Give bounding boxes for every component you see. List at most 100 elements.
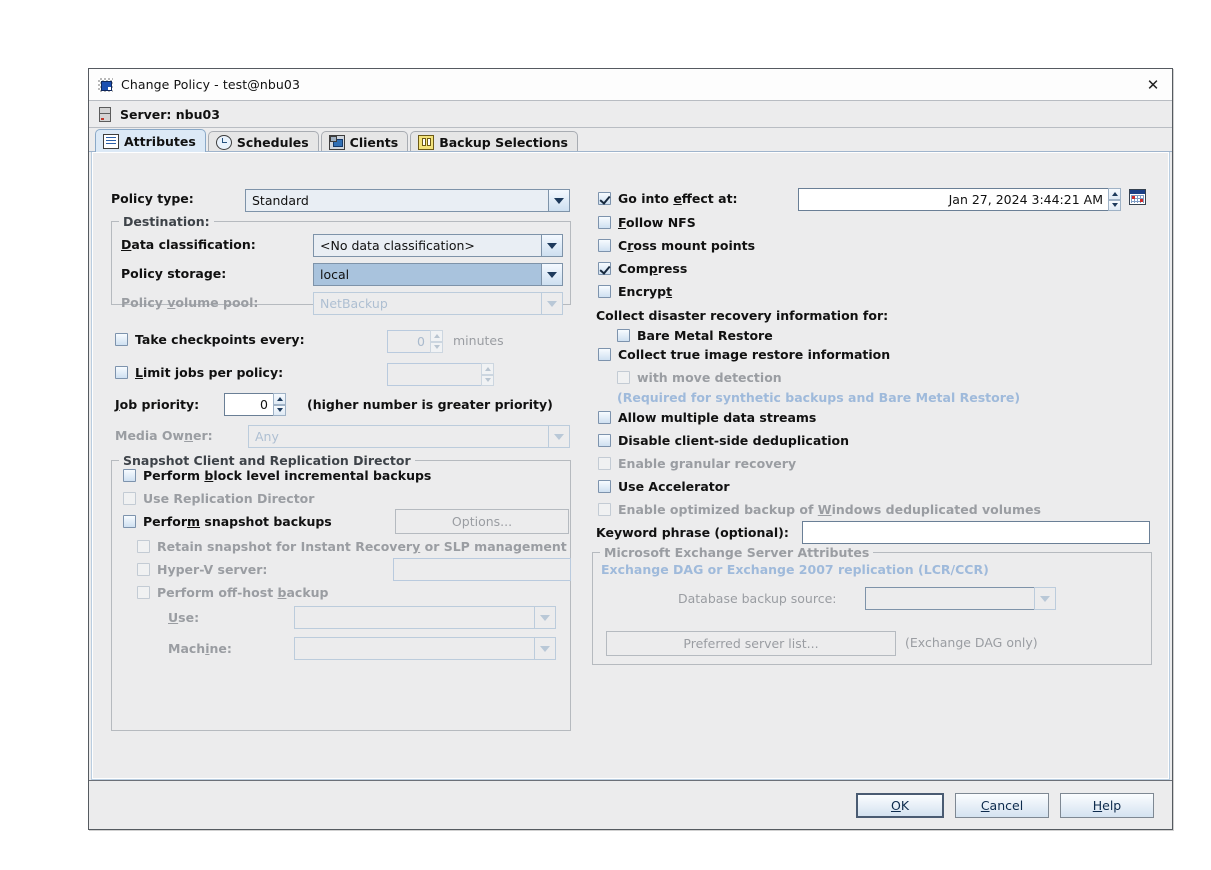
policy-storage-label: Policy storage:	[121, 266, 227, 281]
cross-mount-row[interactable]: Cross mount points	[598, 238, 755, 253]
true-image-checkbox[interactable]	[598, 348, 611, 361]
snapshot-caption: Snapshot Client and Replication Director	[119, 453, 415, 468]
minutes-label: minutes	[453, 333, 504, 348]
tab-strip: Attributes Schedules Clients Backup Sele…	[89, 128, 1172, 152]
limit-jobs-value	[387, 363, 481, 386]
go-into-effect-stepper[interactable]: Jan 27, 2024 3:44:21 AM	[798, 188, 1121, 211]
bare-metal-checkbox[interactable]	[617, 329, 630, 342]
block-level-label: Perform block level incremental backups	[143, 468, 432, 483]
encrypt-row[interactable]: Encrypt	[598, 284, 672, 299]
hyperv-label: Hyper-V server:	[157, 562, 268, 577]
true-image-label: Collect true image restore information	[618, 347, 891, 362]
title-bar: Change Policy - test@nbu03 ✕	[89, 69, 1172, 101]
compress-checkbox[interactable]	[598, 262, 611, 275]
change-policy-dialog: Change Policy - test@nbu03 ✕ Server: nbu…	[88, 68, 1173, 830]
chevron-down-icon	[541, 292, 563, 315]
tab-schedules[interactable]: Schedules	[207, 131, 319, 152]
multiple-streams-checkbox[interactable]	[598, 411, 611, 424]
move-detection-label: with move detection	[637, 370, 782, 385]
close-icon[interactable]: ✕	[1140, 73, 1166, 97]
go-into-effect-row[interactable]: Go into effect at:	[598, 191, 738, 206]
accelerator-checkbox[interactable]	[598, 480, 611, 493]
cancel-button[interactable]: Cancel	[955, 792, 1049, 818]
replication-director-row: Use Replication Director	[123, 491, 314, 506]
move-detection-checkbox	[617, 371, 630, 384]
follow-nfs-checkbox[interactable]	[598, 216, 611, 229]
data-classification-combo[interactable]: <No data classification>	[313, 234, 563, 257]
cancel-button-label: Cancel	[980, 797, 1024, 813]
compress-label: Compress	[618, 261, 688, 276]
optimized-backup-checkbox	[598, 503, 611, 516]
db-source-label: Database backup source:	[678, 591, 837, 606]
job-priority-label: Job priority:	[115, 397, 200, 412]
policy-storage-combo[interactable]: local	[313, 263, 563, 286]
use-combo	[294, 606, 556, 629]
block-level-checkbox[interactable]	[123, 469, 136, 482]
compress-row[interactable]: Compress	[598, 261, 687, 276]
policy-type-row: Policy type:	[111, 191, 241, 206]
multiple-streams-label: Allow multiple data streams	[618, 410, 817, 425]
cross-mount-label: Cross mount points	[618, 238, 756, 253]
multiple-streams-row[interactable]: Allow multiple data streams	[598, 410, 816, 425]
ok-button-label: OK	[890, 797, 910, 813]
machine-label: Machine:	[168, 641, 232, 656]
true-image-row[interactable]: Collect true image restore information	[598, 347, 890, 362]
job-priority-stepper[interactable]: 0	[224, 393, 286, 416]
replication-director-label: Use Replication Director	[143, 491, 315, 506]
media-owner-label: Media Owner:	[115, 428, 213, 443]
keyword-input[interactable]	[802, 521, 1150, 544]
go-into-effect-value[interactable]: Jan 27, 2024 3:44:21 AM	[798, 188, 1108, 211]
take-checkpoints-row[interactable]: Take checkpoints every:	[115, 332, 305, 347]
offhost-label: Perform off-host backup	[157, 585, 329, 600]
disable-dedup-checkbox[interactable]	[598, 434, 611, 447]
block-level-row[interactable]: Perform block level incremental backups	[123, 468, 431, 483]
retain-snapshot-checkbox	[137, 540, 150, 553]
take-checkpoints-checkbox[interactable]	[115, 333, 128, 346]
help-button[interactable]: Help	[1060, 792, 1154, 818]
policy-type-combo[interactable]: Standard	[245, 189, 570, 212]
db-source-value	[865, 587, 1034, 610]
attributes-panel: Policy type: Standard Destination: Data …	[91, 152, 1170, 780]
hyperv-row: Hyper-V server:	[137, 562, 267, 577]
machine-combo	[294, 637, 556, 660]
encrypt-label: Encrypt	[618, 284, 673, 299]
follow-nfs-row[interactable]: Follow NFS	[598, 215, 696, 230]
button-bar: OK Cancel Help	[89, 780, 1172, 829]
tab-clients[interactable]: Clients	[320, 131, 409, 152]
exchange-note: Exchange DAG or Exchange 2007 replicatio…	[601, 562, 989, 577]
server-bar: Server: nbu03	[89, 101, 1172, 128]
go-into-effect-checkbox[interactable]	[598, 192, 611, 205]
policy-type-value: Standard	[245, 189, 548, 212]
encrypt-checkbox[interactable]	[598, 285, 611, 298]
media-owner-value: Any	[248, 425, 548, 448]
limit-jobs-row[interactable]: Limit jobs per policy:	[115, 365, 283, 380]
cross-mount-checkbox[interactable]	[598, 239, 611, 252]
use-label: Use:	[168, 610, 200, 625]
accelerator-label: Use Accelerator	[618, 479, 730, 494]
use-value	[294, 606, 534, 629]
bare-metal-row[interactable]: Bare Metal Restore	[617, 328, 773, 343]
ok-button[interactable]: OK	[856, 792, 944, 818]
chevron-down-icon	[534, 637, 556, 660]
move-detection-row: with move detection	[617, 370, 782, 385]
limit-jobs-checkbox[interactable]	[115, 366, 128, 379]
snapshot-backups-checkbox[interactable]	[123, 515, 136, 528]
tab-backup-selections[interactable]: Backup Selections	[410, 131, 578, 152]
tab-attributes[interactable]: Attributes	[95, 129, 206, 152]
schedules-icon	[215, 134, 232, 150]
calendar-icon[interactable]	[1129, 189, 1146, 205]
policy-volume-pool-value: NetBackup	[313, 292, 541, 315]
chevron-down-icon[interactable]	[541, 263, 563, 286]
chevron-down-icon[interactable]	[548, 189, 570, 212]
retain-snapshot-label: Retain snapshot for Instant Recovery or …	[157, 539, 567, 554]
snapshot-backups-row[interactable]: Perform snapshot backups	[123, 514, 332, 529]
chevron-down-icon[interactable]	[541, 234, 563, 257]
offhost-row: Perform off-host backup	[137, 585, 329, 600]
accelerator-row[interactable]: Use Accelerator	[598, 479, 729, 494]
destination-caption: Destination:	[119, 214, 214, 229]
follow-nfs-label: Follow NFS	[618, 215, 696, 230]
take-checkpoints-value: 0	[387, 330, 430, 353]
job-priority-value[interactable]: 0	[224, 393, 273, 416]
disable-dedup-row[interactable]: Disable client-side deduplication	[598, 433, 849, 448]
options-button: Options...	[395, 509, 569, 534]
